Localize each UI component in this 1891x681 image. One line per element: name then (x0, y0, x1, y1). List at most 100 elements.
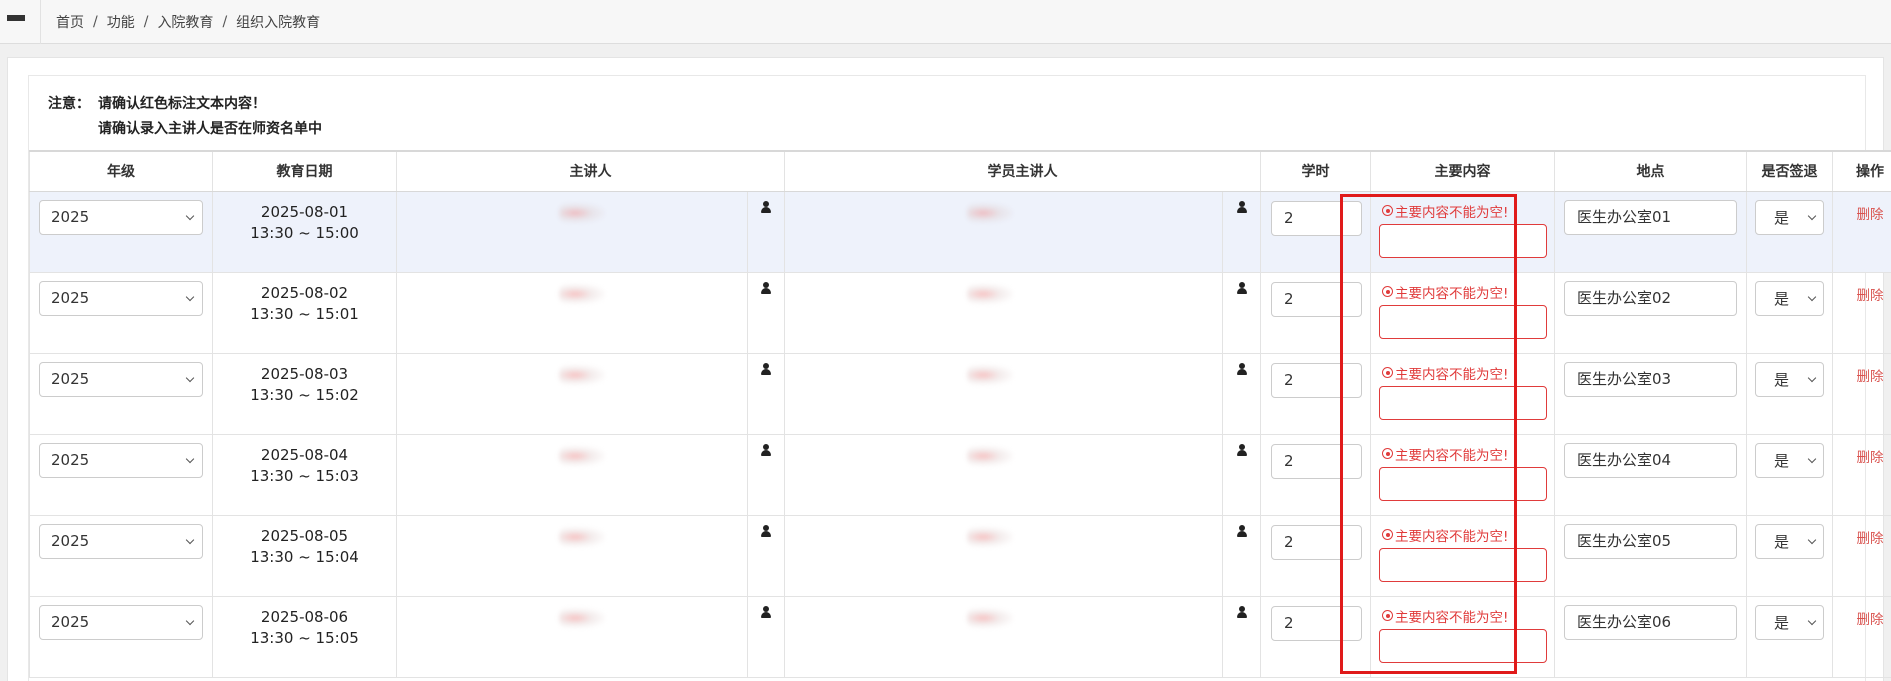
content-error-text: 主要内容不能为空! (1395, 609, 1509, 626)
content-error-message: 主要内容不能为空! (1379, 526, 1547, 545)
table-row: 2025 2025-08-06 13:30 ~ 15:05 2 主要内容不能为空… (29, 595, 1891, 678)
breadcrumb-item-organize-education: 组织入院教育 (236, 14, 321, 31)
user-icon[interactable] (761, 605, 771, 619)
grade-select-value: 2025 (51, 208, 90, 226)
user-icon[interactable] (761, 281, 771, 295)
hours-input[interactable]: 2 (1271, 605, 1362, 641)
error-circle-icon (1382, 610, 1393, 621)
error-circle-icon (1382, 286, 1393, 297)
time-range: 13:30 ~ 15:04 (250, 547, 359, 566)
signout-select[interactable]: 是 (1755, 361, 1824, 397)
user-icon[interactable] (1236, 605, 1247, 619)
hours-input[interactable]: 2 (1271, 443, 1362, 479)
grade-select[interactable]: 2025 (39, 442, 203, 478)
delete-link[interactable]: 删除 (1833, 192, 1891, 223)
main-content-input[interactable] (1379, 628, 1547, 663)
notice-line-1: 请确认红色标注文本内容！ (98, 96, 266, 112)
signout-select[interactable]: 是 (1755, 199, 1824, 235)
user-icon[interactable] (1236, 200, 1247, 214)
content-error-text: 主要内容不能为空! (1395, 528, 1509, 545)
place-input[interactable]: 医生办公室02 (1564, 280, 1737, 316)
menu-icon (7, 14, 25, 29)
date-value: 2025-08-02 (260, 283, 349, 302)
delete-link[interactable]: 删除 (1833, 597, 1891, 628)
grade-select-value: 2025 (51, 289, 90, 307)
user-icon[interactable] (1236, 524, 1247, 538)
chevron-down-icon (1807, 211, 1817, 220)
user-icon[interactable] (761, 362, 771, 376)
navbar-divider (40, 0, 41, 44)
header-place: 地点 (1554, 150, 1747, 192)
breadcrumb-separator: / (222, 13, 228, 30)
main-content-input[interactable] (1379, 385, 1547, 420)
content-error-message: 主要内容不能为空! (1379, 445, 1547, 464)
place-input[interactable]: 医生办公室03 (1564, 361, 1737, 397)
hours-input[interactable]: 2 (1271, 524, 1362, 560)
content-error-message: 主要内容不能为空! (1379, 283, 1547, 302)
education-date: 2025-08-05 13:30 ~ 15:04 (213, 516, 396, 568)
grade-select[interactable]: 2025 (39, 523, 203, 559)
grade-select[interactable]: 2025 (39, 361, 203, 397)
signout-select-value: 是 (1774, 532, 1790, 551)
delete-link[interactable]: 删除 (1833, 435, 1891, 466)
breadcrumb-item-function[interactable]: 功能 (107, 12, 135, 32)
place-input[interactable]: 医生办公室04 (1564, 442, 1737, 478)
date-value: 2025-08-03 (260, 364, 349, 383)
signout-select[interactable]: 是 (1755, 442, 1824, 478)
delete-link[interactable]: 删除 (1833, 516, 1891, 547)
hours-input[interactable]: 2 (1271, 200, 1362, 236)
error-circle-icon (1382, 367, 1393, 378)
place-input[interactable]: 医生办公室06 (1564, 604, 1737, 640)
user-icon[interactable] (1236, 281, 1247, 295)
signout-select[interactable]: 是 (1755, 604, 1824, 640)
user-icon[interactable] (761, 524, 771, 538)
place-input[interactable]: 医生办公室01 (1564, 199, 1737, 235)
chevron-down-icon (185, 454, 195, 463)
header-date: 教育日期 (212, 150, 397, 192)
time-range: 13:30 ~ 15:02 (250, 385, 359, 404)
signout-select[interactable]: 是 (1755, 280, 1824, 316)
user-icon[interactable] (761, 443, 771, 457)
top-navbar: 首页 / 功能 / 入院教育 / 组织入院教育 (0, 0, 1891, 44)
main-content-input[interactable] (1379, 466, 1547, 501)
time-range: 13:30 ~ 15:05 (250, 628, 359, 647)
delete-link[interactable]: 删除 (1833, 354, 1891, 385)
hours-input[interactable]: 2 (1271, 362, 1362, 398)
user-icon[interactable] (1236, 443, 1247, 457)
education-date: 2025-08-01 13:30 ~ 15:00 (213, 192, 396, 244)
chevron-down-icon (1807, 616, 1817, 625)
chevron-down-icon (1807, 535, 1817, 544)
menu-toggle-button[interactable] (0, 0, 32, 44)
place-input[interactable]: 医生办公室05 (1564, 523, 1737, 559)
table-row: 2025 2025-08-01 13:30 ~ 15:00 2 主要内容不能为空… (29, 190, 1891, 273)
date-value: 2025-08-01 (260, 202, 349, 221)
delete-link[interactable]: 删除 (1833, 273, 1891, 304)
time-range: 13:30 ~ 15:03 (250, 466, 359, 485)
content-error-message: 主要内容不能为空! (1379, 364, 1547, 383)
user-icon[interactable] (761, 200, 771, 214)
chevron-down-icon (185, 211, 195, 220)
header-content: 主要内容 (1370, 150, 1555, 192)
main-content-input[interactable] (1379, 547, 1547, 582)
main-content-input[interactable] (1379, 304, 1547, 339)
signout-select[interactable]: 是 (1755, 523, 1824, 559)
header-student-lecturer: 学员主讲人 (784, 150, 1261, 192)
grade-select[interactable]: 2025 (39, 604, 203, 640)
user-icon[interactable] (1236, 362, 1247, 376)
content-error-text: 主要内容不能为空! (1395, 285, 1509, 302)
header-hours: 学时 (1260, 150, 1371, 192)
breadcrumb-item-admission-education[interactable]: 入院教育 (157, 12, 213, 32)
main-content-input[interactable] (1379, 223, 1547, 258)
time-range: 13:30 ~ 15:00 (250, 223, 359, 242)
content-error-text: 主要内容不能为空! (1395, 204, 1509, 221)
hours-input[interactable]: 2 (1271, 281, 1362, 317)
content-error-message: 主要内容不能为空! (1379, 202, 1547, 221)
grade-select[interactable]: 2025 (39, 280, 203, 316)
breadcrumb-item-home[interactable]: 首页 (56, 12, 84, 32)
notice-line-2: 请确认录入主讲人是否在师资名单中 (98, 121, 322, 137)
chevron-down-icon (1807, 454, 1817, 463)
grade-select[interactable]: 2025 (39, 199, 203, 235)
header-signout: 是否签退 (1746, 150, 1833, 192)
notice-label: 注意： (48, 96, 90, 112)
header-action: 操作 (1832, 150, 1891, 192)
